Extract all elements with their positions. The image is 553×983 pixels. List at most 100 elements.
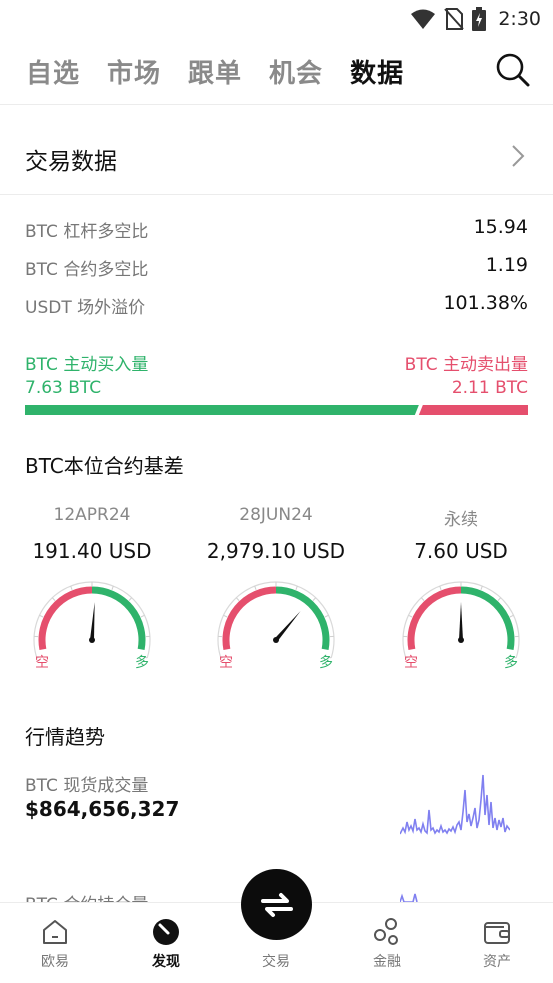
sell-volume-label: BTC 主动卖出量 [404, 355, 528, 375]
gauge-needle-hub [458, 637, 464, 643]
basis-title: BTC本位合约基差 [25, 454, 184, 478]
gauge-long-arc [91, 586, 146, 651]
tab-data[interactable]: 数据 [350, 53, 404, 90]
tab-opportunities[interactable]: 机会 [269, 53, 323, 90]
tab-copy-trading[interactable]: 跟单 [188, 53, 242, 90]
gauge-tick [480, 585, 483, 590]
gauge-tick [254, 585, 257, 590]
gauge-tick [509, 614, 514, 618]
nav-trade[interactable]: 交易 [236, 947, 316, 971]
battery-charging-icon [472, 7, 487, 31]
gauge-tick [312, 597, 317, 601]
metric-label: BTC 杠杆多空比 [25, 222, 149, 242]
status-time: 2:30 [498, 8, 541, 30]
nav-label: 金融 [373, 954, 401, 970]
nav-label: 交易 [262, 954, 290, 970]
buy-ratio-fill [25, 405, 419, 415]
chevron-right-icon [512, 145, 525, 167]
basis-value: 2,979.10 USD [206, 539, 346, 563]
gauge-tick [111, 585, 114, 590]
section-divider [0, 194, 553, 195]
long-label: 多 [319, 655, 333, 671]
gauge-long-arc [275, 586, 330, 651]
home-icon [43, 920, 67, 944]
gauge-tick [497, 597, 502, 601]
basis-item: 永续 7.60 USD [386, 505, 536, 563]
basis-value: 7.60 USD [414, 539, 508, 563]
gauge-short-arc [38, 586, 93, 651]
finance-icon [374, 918, 398, 945]
short-label: 空 [35, 655, 49, 671]
metric-value: 101.38% [443, 292, 528, 314]
status-icons: 2:30 [410, 4, 541, 34]
gauge-short-arc [407, 586, 462, 651]
sell-ratio-fill [418, 405, 528, 415]
gauge-long-arc [460, 586, 515, 651]
nav-label: 发现 [152, 954, 180, 970]
gauge-tick [51, 597, 56, 601]
short-label: 空 [404, 655, 418, 671]
top-tabs: 自选 市场 跟单 机会 数据 [26, 50, 431, 92]
gauge-needle-hub [89, 637, 95, 643]
gauge-tick [235, 597, 240, 601]
gauge-needle [274, 611, 301, 642]
buy-volume-amount: 7.63 BTC [25, 378, 102, 398]
nav-home[interactable]: 欧易 [15, 917, 95, 971]
gauge-tick [39, 614, 44, 618]
gauge-tick [295, 585, 298, 590]
search-icon[interactable] [495, 52, 531, 88]
spot-volume-value: $864,656,327 [25, 797, 180, 821]
basis-date: 12APR24 [53, 505, 131, 525]
buy-sell-ratio-bar [25, 405, 528, 415]
metric-value: 1.19 [485, 254, 528, 276]
trade-data-title: 交易数据 [25, 149, 117, 175]
metric-row: USDT 场外溢价 101.38% [25, 292, 528, 318]
trade-data-header[interactable]: 交易数据 [0, 134, 553, 180]
gauge-tick [70, 585, 73, 590]
gauge-short-arc [222, 586, 277, 651]
gauge-tick [140, 614, 145, 618]
header-divider [0, 104, 553, 105]
buy-volume-label: BTC 主动买入量 [25, 355, 149, 375]
gauge-tick [420, 597, 425, 601]
sell-volume-amount: 2.11 BTC [451, 378, 528, 398]
short-label: 空 [219, 655, 233, 671]
nav-assets[interactable]: 资产 [457, 917, 537, 971]
status-bar: 2:30 [0, 0, 553, 38]
metric-value: 15.94 [473, 216, 528, 238]
basis-item: 12APR24 191.40 USD [17, 505, 167, 563]
basis-value: 191.40 USD [32, 539, 152, 563]
nav-finance[interactable]: 金融 [347, 917, 427, 971]
gauge-needle [459, 602, 463, 640]
spot-volume-label: BTC 现货成交量 [25, 776, 149, 796]
basis-item: 28JUN24 2,979.10 USD [201, 505, 351, 563]
metric-label: BTC 合约多空比 [25, 260, 149, 280]
metric-label: USDT 场外溢价 [25, 298, 146, 318]
futures-oi-sparkline [400, 893, 418, 902]
gauge-needle [90, 602, 95, 641]
basis-date: 永续 [444, 510, 478, 530]
nav-label: 欧易 [41, 954, 69, 970]
gauge-tick [324, 614, 329, 618]
long-label: 多 [504, 655, 518, 671]
nav-discover[interactable]: 发现 [126, 917, 206, 971]
trend-title: 行情趋势 [25, 725, 105, 749]
tab-market[interactable]: 市场 [107, 53, 161, 90]
basis-date: 28JUN24 [239, 505, 313, 525]
trade-fab-button[interactable] [241, 869, 312, 940]
tab-watchlist[interactable]: 自选 [26, 53, 80, 90]
gauge-tick [128, 597, 133, 601]
long-label: 多 [135, 655, 149, 671]
wifi-icon [411, 9, 436, 29]
wallet-icon [484, 922, 510, 944]
metric-row: BTC 合约多空比 1.19 [25, 254, 528, 280]
metric-row: BTC 杠杆多空比 15.94 [25, 216, 528, 242]
gauge-needle-hub [273, 637, 279, 643]
discover-icon [153, 919, 179, 945]
nav-label: 资产 [483, 954, 511, 970]
no-sim-icon [444, 8, 465, 30]
gauge-tick [439, 585, 442, 590]
gauge-tick [223, 614, 228, 618]
gauge-tick [408, 614, 413, 618]
trade-swap-icon [260, 892, 293, 917]
